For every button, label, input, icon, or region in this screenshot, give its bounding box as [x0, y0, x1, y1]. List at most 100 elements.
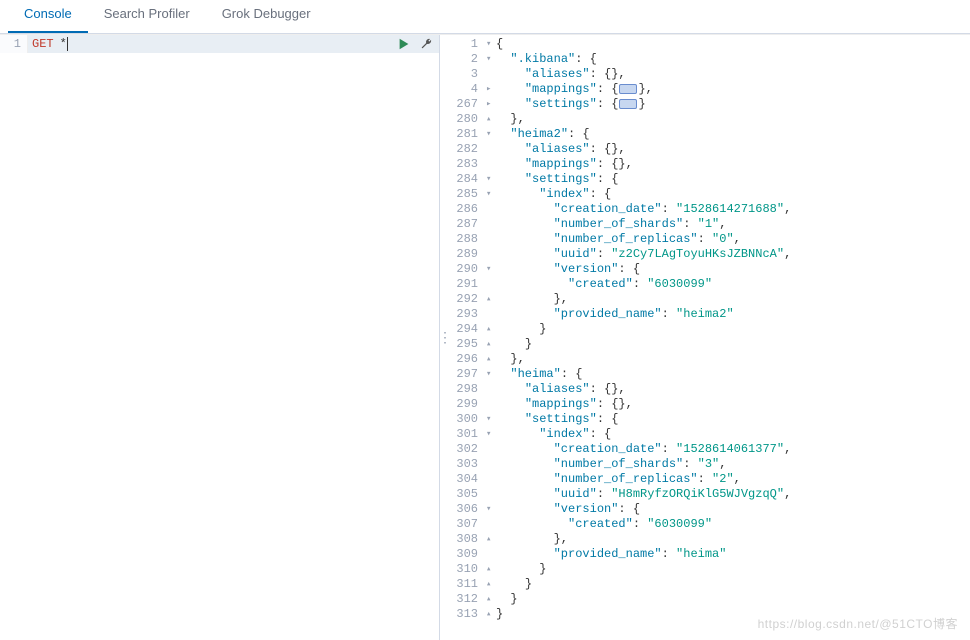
code-content: }: [496, 607, 970, 622]
fold-toggle-icon: [486, 382, 496, 397]
code-content: "aliases": {},: [496, 382, 970, 397]
fold-toggle-icon[interactable]: ▸: [486, 97, 496, 112]
line-number: 285: [450, 187, 486, 202]
fold-toggle-icon[interactable]: ▾: [486, 52, 496, 67]
pane-resize-handle[interactable]: [440, 35, 450, 640]
code-line: 299 "mappings": {},: [450, 397, 970, 412]
fold-toggle-icon: [486, 487, 496, 502]
line-number: 306: [450, 502, 486, 517]
code-content: },: [496, 352, 970, 367]
code-content: "mappings": {},: [496, 397, 970, 412]
code-line: 286 "creation_date": "1528614271688",: [450, 202, 970, 217]
fold-toggle-icon[interactable]: ▴: [486, 292, 496, 307]
line-number: 2: [450, 52, 486, 67]
fold-toggle-icon[interactable]: ▴: [486, 607, 496, 622]
code-line: 308▴ },: [450, 532, 970, 547]
line-number: 293: [450, 307, 486, 322]
code-line: 309 "provided_name": "heima": [450, 547, 970, 562]
code-content: "aliases": {},: [496, 142, 970, 157]
code-content: },: [496, 112, 970, 127]
code-line: 305 "uuid": "H8mRyfzORQiKlG5WJVgzqQ",: [450, 487, 970, 502]
response-output[interactable]: 1▾{2▾ ".kibana": {3 "aliases": {},4▸ "ma…: [450, 35, 970, 640]
fold-toggle-icon[interactable]: ▸: [486, 82, 496, 97]
code-content: }: [496, 322, 970, 337]
fold-toggle-icon[interactable]: ▴: [486, 562, 496, 577]
play-icon[interactable]: [397, 37, 411, 54]
line-number: 284: [450, 172, 486, 187]
line-number: 300: [450, 412, 486, 427]
line-number: 304: [450, 472, 486, 487]
fold-toggle-icon[interactable]: ▾: [486, 427, 496, 442]
fold-toggle-icon[interactable]: ▴: [486, 577, 496, 592]
fold-toggle-icon: [486, 547, 496, 562]
fold-toggle-icon: [486, 247, 496, 262]
code-line: 306▾ "version": {: [450, 502, 970, 517]
fold-toggle-icon: [486, 202, 496, 217]
code-content: "provided_name": "heima2": [496, 307, 970, 322]
request-method: GET: [28, 35, 54, 53]
fold-toggle-icon[interactable]: ▴: [486, 337, 496, 352]
fold-toggle-icon[interactable]: ▾: [486, 172, 496, 187]
line-number: 311: [450, 577, 486, 592]
code-line: 289 "uuid": "z2Cy7LAgToyuHKsJZBNNcA",: [450, 247, 970, 262]
code-content: "number_of_shards": "3",: [496, 457, 970, 472]
line-number: 286: [450, 202, 486, 217]
code-line: 300▾ "settings": {: [450, 412, 970, 427]
code-line: 293 "provided_name": "heima2": [450, 307, 970, 322]
request-editor[interactable]: 1 GET *: [0, 35, 440, 640]
code-line: 303 "number_of_shards": "3",: [450, 457, 970, 472]
line-number: 282: [450, 142, 486, 157]
code-line: 287 "number_of_shards": "1",: [450, 217, 970, 232]
tab-search-profiler[interactable]: Search Profiler: [88, 0, 206, 33]
code-content: "mappings": {},: [496, 82, 970, 97]
code-content: "creation_date": "1528614271688",: [496, 202, 970, 217]
code-content: }: [496, 592, 970, 607]
line-number: 267: [450, 97, 486, 112]
code-line: 291 "created": "6030099": [450, 277, 970, 292]
code-content: "uuid": "z2Cy7LAgToyuHKsJZBNNcA",: [496, 247, 970, 262]
fold-toggle-icon[interactable]: ▴: [486, 322, 496, 337]
code-line: 282 "aliases": {},: [450, 142, 970, 157]
code-line: 310▴ }: [450, 562, 970, 577]
workspace: 1 GET * 1▾{2▾ ".kibana": {3 "aliases": {…: [0, 34, 970, 640]
fold-toggle-icon[interactable]: ▴: [486, 112, 496, 127]
code-line: 302 "creation_date": "1528614061377",: [450, 442, 970, 457]
wrench-icon[interactable]: [419, 37, 433, 54]
line-number: 308: [450, 532, 486, 547]
fold-toggle-icon: [486, 232, 496, 247]
fold-toggle-icon[interactable]: ▾: [486, 37, 496, 52]
fold-toggle-icon[interactable]: ▾: [486, 127, 496, 142]
line-number: 307: [450, 517, 486, 532]
code-content: },: [496, 532, 970, 547]
code-line: 297▾ "heima": {: [450, 367, 970, 382]
fold-toggle-icon[interactable]: ▴: [486, 592, 496, 607]
code-line: 292▴ },: [450, 292, 970, 307]
code-content: "number_of_shards": "1",: [496, 217, 970, 232]
code-line: 1▾{: [450, 37, 970, 52]
fold-toggle-icon[interactable]: ▾: [486, 502, 496, 517]
tab-grok-debugger[interactable]: Grok Debugger: [206, 0, 327, 33]
line-number: 1: [0, 35, 28, 53]
line-number: 299: [450, 397, 486, 412]
code-content: "version": {: [496, 502, 970, 517]
text-caret: [67, 37, 68, 51]
tab-console[interactable]: Console: [8, 0, 88, 33]
fold-toggle-icon[interactable]: ▾: [486, 262, 496, 277]
fold-toggle-icon[interactable]: ▾: [486, 367, 496, 382]
request-line[interactable]: 1 GET *: [0, 35, 439, 53]
collapsed-region-badge[interactable]: [619, 99, 637, 109]
collapsed-region-badge[interactable]: [619, 84, 637, 94]
fold-toggle-icon[interactable]: ▾: [486, 187, 496, 202]
line-number: 313: [450, 607, 486, 622]
code-line: 4▸ "mappings": {},: [450, 82, 970, 97]
code-line: 312▴ }: [450, 592, 970, 607]
fold-toggle-icon[interactable]: ▴: [486, 532, 496, 547]
fold-toggle-icon[interactable]: ▴: [486, 352, 496, 367]
request-path: *: [54, 35, 67, 53]
code-content: "uuid": "H8mRyfzORQiKlG5WJVgzqQ",: [496, 487, 970, 502]
code-content: "settings": {}: [496, 97, 970, 112]
fold-toggle-icon[interactable]: ▾: [486, 412, 496, 427]
code-content: "heima2": {: [496, 127, 970, 142]
line-number: 312: [450, 592, 486, 607]
code-line: 295▴ }: [450, 337, 970, 352]
